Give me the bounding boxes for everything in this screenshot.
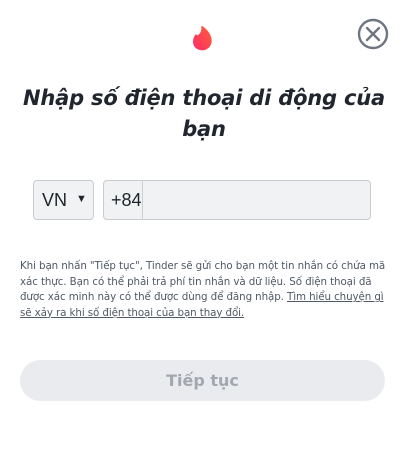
phone-number-input[interactable] — [142, 181, 391, 219]
page-title: Nhập số điện thoại di động của bạn — [23, 86, 385, 141]
country-select[interactable]: VN ▼ — [33, 180, 94, 220]
country-code: VN — [42, 189, 68, 210]
dial-code: +84 — [104, 181, 143, 219]
flame-icon — [193, 25, 212, 51]
disclaimer-text: Khi bạn nhấn "Tiếp tục", Tinder sẽ gửi c… — [20, 259, 388, 321]
phone-number-group: +84 — [103, 180, 391, 220]
close-icon[interactable] — [357, 18, 389, 50]
continue-button[interactable]: Tiếp tục — [20, 360, 385, 401]
caret-down-icon: ▼ — [76, 192, 87, 205]
phone-login-modal: Nhập số điện thoại di động của bạn VN ▼ … — [0, 0, 408, 460]
